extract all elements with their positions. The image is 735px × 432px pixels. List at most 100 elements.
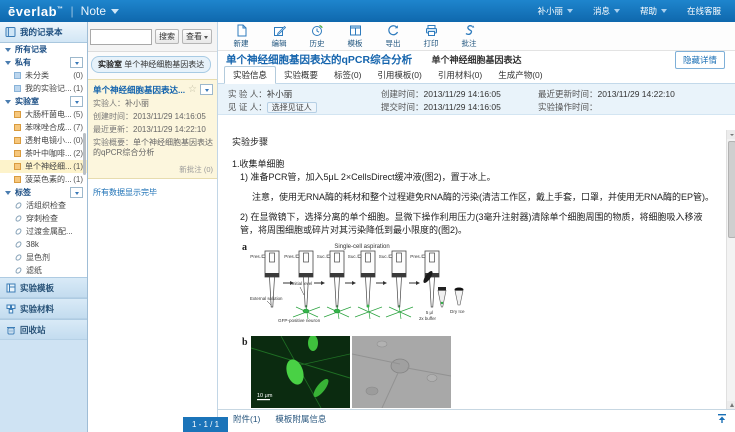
search-bar: 搜索 查看: [88, 22, 217, 52]
sidebar-section-lab[interactable]: 实验室: [0, 95, 87, 108]
messages-menu[interactable]: 消息: [593, 5, 620, 17]
select-witness-button[interactable]: 选择见证人: [267, 102, 317, 113]
attachments-link[interactable]: 附件(1): [233, 413, 260, 425]
info-witness: 见 证 人：选择见证人: [228, 101, 317, 113]
sidebar-section-all-records[interactable]: 所有记录: [0, 43, 87, 56]
step-group: 1.收集单细胞: [232, 158, 716, 171]
tab-tags[interactable]: 标签(0): [326, 67, 369, 83]
online-support-link[interactable]: 在线客服: [687, 5, 721, 17]
collapse-to-top-icon[interactable]: [717, 414, 727, 423]
tag-icon: [15, 254, 22, 261]
svg-text:Suc.: Suc.: [379, 254, 388, 259]
sidebar-item-experiment-templates[interactable]: 实验模板: [0, 277, 87, 298]
sidebar-tag-chromogenic-agent[interactable]: 显色剂: [0, 251, 87, 264]
notebook-square-icon: [14, 124, 21, 131]
sidebar-scrollbar-thumb[interactable]: [83, 133, 86, 175]
template-info-link[interactable]: 模板附属信息: [275, 413, 326, 425]
pagination[interactable]: 1 - 1 / 1: [183, 417, 228, 432]
content-scrollbar[interactable]: [726, 130, 735, 410]
svg-text:Pres.: Pres.: [250, 254, 261, 259]
annotation-ribbon-icon: [463, 24, 476, 37]
sidebar-tag-filter-paper[interactable]: 滤纸: [0, 264, 87, 277]
tab-experiment-info[interactable]: 实验信息: [224, 66, 276, 84]
experiment-card-title[interactable]: 单个神经细胞基因表达...: [93, 84, 189, 96]
top-bar: ēverlab™ | Note 补小丽 消息 帮助 在线客服: [0, 0, 735, 22]
sidebar-tag-38k[interactable]: 38k: [0, 238, 87, 251]
step-1: 1) 准备PCR管，加入5μL 2×CellsDirect缓冲液(图2)，置于冰…: [240, 171, 716, 184]
card-menu-button[interactable]: [200, 84, 213, 95]
tab-referenced-materials[interactable]: 引用材料(0): [430, 67, 490, 83]
app-logo: ēverlab™: [8, 4, 64, 19]
chevron-down-icon: [614, 9, 620, 16]
figure-b: b 10 μm: [242, 336, 716, 410]
sidebar-item-ecoli[interactable]: 大肠杆菌电...(5): [0, 108, 87, 121]
svg-text:Pres.: Pres.: [284, 254, 295, 259]
tag-icon: [15, 241, 22, 248]
collapse-triangle-icon: [5, 48, 11, 55]
sidebar-bottom-nav: 实验模板 实验材料 回收站: [0, 277, 87, 340]
sidebar-item-tem[interactable]: 透射电镜小...(0): [0, 134, 87, 147]
collapse-triangle-icon: [5, 61, 11, 68]
search-input[interactable]: [90, 29, 152, 45]
info-owner: 实 验 人：补小丽: [228, 88, 292, 100]
card-updated: 最近更新：2013/11/29 14:22:10: [93, 125, 213, 135]
card-annotation-count[interactable]: 新批注 (0): [93, 164, 213, 175]
section-menu-button[interactable]: [70, 187, 83, 198]
sidebar-item-my-experiments[interactable]: 我的实验记...(1): [0, 82, 87, 95]
view-button[interactable]: 查看: [182, 29, 212, 44]
notebook-square-icon: [14, 111, 21, 118]
edit-button[interactable]: 编辑: [260, 24, 298, 49]
annotate-button[interactable]: 批注: [450, 24, 488, 49]
filter-pill[interactable]: 实验室 单个神经细胞基因表达: [91, 56, 211, 73]
sidebar-tag-biopsy[interactable]: 活组织检查: [0, 199, 87, 212]
sidebar-item-tea-caffeine[interactable]: 茶叶中咖啡...(2): [0, 147, 87, 160]
history-button[interactable]: 历史: [298, 24, 336, 49]
favorite-star-icon[interactable]: ☆: [188, 86, 197, 94]
hide-details-button[interactable]: 隐藏详情: [675, 51, 725, 69]
info-created: 创建时间：2013/11/29 14:16:05: [381, 88, 501, 100]
print-button[interactable]: 打印: [412, 24, 450, 49]
sidebar-item-recycle-bin[interactable]: 回收站: [0, 319, 87, 340]
scrollbar-thumb[interactable]: [728, 141, 735, 238]
sidebar-tag-puncture[interactable]: 穿刺检查: [0, 212, 87, 225]
export-button[interactable]: 导出: [374, 24, 412, 49]
card-created: 创建时间：2013/11/29 14:16:05: [93, 112, 213, 122]
sidebar-item-single-neuron[interactable]: 单个神经细...(1): [0, 160, 87, 173]
tab-experiment-summary[interactable]: 实验概要: [276, 67, 326, 83]
help-menu[interactable]: 帮助: [640, 5, 667, 17]
template-button[interactable]: 模板: [336, 24, 374, 49]
dic-image-before: [352, 336, 451, 408]
gfp-fluorescence-image: 10 μm: [251, 336, 350, 408]
notebook-header[interactable]: 我的记录本: [0, 22, 87, 43]
sidebar-tree: 所有记录 私有 未分类(0) 我的实验记...(1) 实验室 大肠杆菌电...(…: [0, 43, 87, 277]
template-window-icon: [349, 24, 362, 37]
section-menu-button[interactable]: [70, 57, 83, 68]
notebook-square-icon: [14, 72, 21, 79]
new-document-icon: [235, 24, 248, 37]
sidebar-section-private[interactable]: 私有: [0, 56, 87, 69]
user-menu[interactable]: 补小丽: [537, 5, 573, 17]
sidebar-tag-transition-metal[interactable]: 过渡金属配...: [0, 225, 87, 238]
svg-text:Dry Ice: Dry Ice: [450, 309, 465, 314]
tab-generated-products[interactable]: 生成产物(0): [490, 67, 550, 83]
product-name: Note: [81, 4, 106, 18]
figure-a: a Single-cell asp: [242, 241, 716, 333]
sidebar-section-tags[interactable]: 标签: [0, 186, 87, 199]
tag-icon: [15, 202, 22, 209]
section-menu-button[interactable]: [70, 96, 83, 107]
new-button[interactable]: 新建: [222, 24, 260, 49]
sidebar-item-spinach-pigment[interactable]: 菠菜色素的...(1): [0, 173, 87, 186]
tab-referenced-templates[interactable]: 引用模板(0): [369, 67, 429, 83]
product-menu-chevron-icon[interactable]: [111, 9, 119, 18]
tag-icon: [15, 228, 22, 235]
sidebar-item-uncategorized[interactable]: 未分类(0): [0, 69, 87, 82]
svg-text:5 μl: 5 μl: [426, 310, 433, 315]
experiment-card[interactable]: 单个神经细胞基因表达... ☆ 实验人：补小丽 创建时间：2013/11/29 …: [88, 79, 217, 179]
search-button[interactable]: 搜索: [155, 29, 179, 44]
scroll-up-button[interactable]: [727, 130, 735, 139]
pencil-icon: [273, 24, 286, 37]
sidebar-item-experiment-materials[interactable]: 实验材料: [0, 298, 87, 319]
sidebar-item-imidazole[interactable]: 苯咪唑合成...(7): [0, 121, 87, 134]
notebook-square-icon: [14, 85, 21, 92]
filter-row: 实验室 单个神经细胞基因表达: [88, 52, 217, 79]
